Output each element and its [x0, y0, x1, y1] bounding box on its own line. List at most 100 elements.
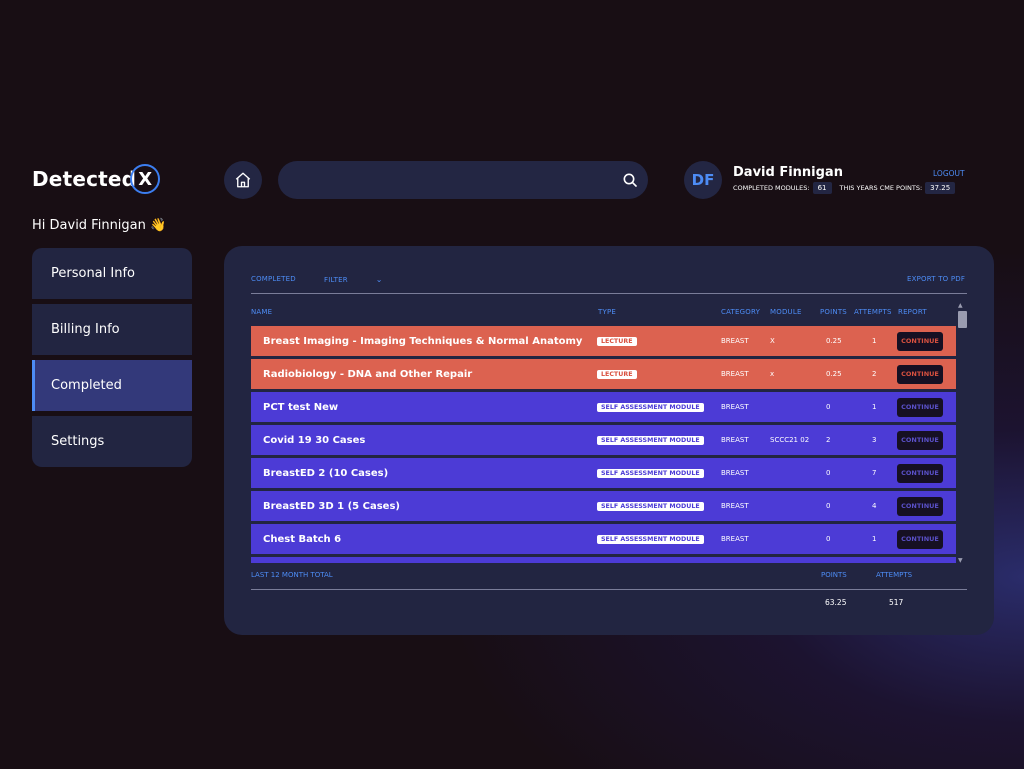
home-button[interactable] — [224, 161, 262, 199]
continue-button[interactable]: CONTINUE — [897, 463, 943, 483]
cme-points-label: THIS YEARS CME POINTS: — [839, 184, 923, 192]
sidebar: Personal Info Billing Info Completed Set… — [32, 248, 192, 472]
sidebar-item-completed[interactable]: Completed — [32, 360, 192, 411]
row-category: BREAST — [721, 535, 749, 543]
type-badge: SELF ASSESSMENT MODULE — [597, 534, 704, 544]
scrollbar[interactable]: ▲ ▼ — [957, 302, 967, 564]
filter-dropdown[interactable]: FILTER ⌄ — [324, 275, 383, 284]
home-icon — [235, 172, 251, 188]
row-module: X — [770, 337, 775, 345]
table-row-partial[interactable] — [251, 557, 956, 563]
row-points: 0 — [826, 502, 831, 510]
row-category: BREAST — [721, 469, 749, 477]
table-row[interactable]: Covid 19 30 Cases SELF ASSESSMENT MODULE… — [251, 425, 956, 455]
chevron-down-icon: ⌄ — [375, 275, 383, 284]
column-header-points: POINTS — [820, 308, 847, 316]
row-points: 0 — [826, 535, 831, 543]
type-badge: SELF ASSESSMENT MODULE — [597, 402, 704, 412]
row-attempts: 2 — [872, 370, 877, 378]
column-header-report: REPORT — [898, 308, 927, 316]
column-header-name: NAME — [251, 308, 273, 316]
column-header-type: TYPE — [598, 308, 616, 316]
row-name: PCT test New — [263, 401, 339, 413]
search-input[interactable] — [294, 161, 614, 199]
footer-total-label: LAST 12 MONTH TOTAL — [251, 571, 333, 579]
filter-label: FILTER — [324, 275, 348, 284]
footer-points-label: POINTS — [821, 571, 847, 579]
continue-button[interactable]: CONTINUE — [897, 496, 943, 516]
cme-points-value: 37.25 — [925, 182, 956, 194]
logo[interactable]: Detected X — [32, 164, 161, 194]
column-header-attempts: ATTEMPTS — [854, 308, 892, 316]
row-name: BreastED 2 (10 Cases) — [263, 467, 389, 479]
row-attempts: 1 — [872, 337, 877, 345]
column-header-module: MODULE — [770, 308, 802, 316]
table-row[interactable]: PCT test New SELF ASSESSMENT MODULE BREA… — [251, 392, 956, 422]
type-badge: SELF ASSESSMENT MODULE — [597, 501, 704, 511]
row-category: BREAST — [721, 337, 749, 345]
results-table: Breast Imaging - Imaging Techniques & No… — [251, 326, 956, 563]
divider — [251, 293, 967, 294]
table-row[interactable]: Breast Imaging - Imaging Techniques & No… — [251, 326, 956, 356]
search-icon[interactable] — [622, 172, 638, 188]
type-badge: SELF ASSESSMENT MODULE — [597, 468, 704, 478]
avatar[interactable]: DF — [684, 161, 722, 199]
row-module: x — [770, 370, 775, 378]
export-pdf-link[interactable]: EXPORT TO PDF — [907, 275, 965, 283]
row-name: BreastED 3D 1 (5 Cases) — [263, 500, 400, 512]
row-category: BREAST — [721, 403, 749, 411]
row-name: Covid 19 30 Cases — [263, 434, 366, 446]
greeting: Hi David Finnigan 👋 — [32, 218, 167, 233]
continue-button[interactable]: CONTINUE — [897, 397, 943, 417]
row-name: Chest Batch 6 — [263, 533, 342, 545]
sidebar-item-label: Personal Info — [51, 266, 135, 281]
scrollbar-thumb[interactable] — [958, 311, 967, 328]
chevron-down-icon[interactable]: ▼ — [958, 557, 963, 564]
user-stats: COMPLETED MODULES: 61 THIS YEARS CME POI… — [733, 182, 963, 194]
continue-button[interactable]: CONTINUE — [897, 430, 943, 450]
attempts-total: 517 — [889, 598, 904, 607]
row-category: BREAST — [721, 502, 749, 510]
row-attempts: 1 — [872, 535, 877, 543]
sidebar-item-label: Completed — [51, 378, 122, 393]
table-row[interactable]: BreastED 2 (10 Cases) SELF ASSESSMENT MO… — [251, 458, 956, 488]
completed-modules-label: COMPLETED MODULES: — [733, 184, 810, 192]
logout-link[interactable]: LOGOUT — [933, 169, 965, 178]
sidebar-item-label: Settings — [51, 434, 105, 449]
type-badge: LECTURE — [597, 336, 637, 346]
continue-button[interactable]: CONTINUE — [897, 331, 943, 351]
divider — [251, 589, 967, 590]
logo-x-mark: X — [130, 164, 161, 194]
row-points: 0 — [826, 469, 831, 477]
sidebar-item-personal-info[interactable]: Personal Info — [32, 248, 192, 299]
sidebar-item-settings[interactable]: Settings — [32, 416, 192, 467]
type-badge: LECTURE — [597, 369, 637, 379]
row-name: Breast Imaging - Imaging Techniques & No… — [263, 335, 583, 347]
row-attempts: 7 — [872, 469, 877, 477]
column-header-category: CATEGORY — [721, 308, 761, 316]
sidebar-item-billing-info[interactable]: Billing Info — [32, 304, 192, 355]
table-row[interactable]: Chest Batch 6 SELF ASSESSMENT MODULE BRE… — [251, 524, 956, 554]
row-points: 0.25 — [826, 337, 842, 345]
continue-button[interactable]: CONTINUE — [897, 529, 943, 549]
sidebar-item-label: Billing Info — [51, 322, 120, 337]
row-points: 2 — [826, 436, 831, 444]
row-category: BREAST — [721, 436, 749, 444]
row-attempts: 4 — [872, 502, 877, 510]
table-row[interactable]: BreastED 3D 1 (5 Cases) SELF ASSESSMENT … — [251, 491, 956, 521]
logo-text: Detected — [32, 167, 137, 191]
row-points: 0.25 — [826, 370, 842, 378]
row-attempts: 1 — [872, 403, 877, 411]
row-name: Radiobiology - DNA and Other Repair — [263, 368, 473, 380]
tab-completed[interactable]: COMPLETED — [251, 275, 296, 283]
row-category: BREAST — [721, 370, 749, 378]
continue-button[interactable]: CONTINUE — [897, 364, 943, 384]
row-attempts: 3 — [872, 436, 877, 444]
search-bar — [278, 161, 648, 199]
table-row[interactable]: Radiobiology - DNA and Other Repair LECT… — [251, 359, 956, 389]
chevron-up-icon[interactable]: ▲ — [958, 302, 963, 309]
footer-attempts-label: ATTEMPTS — [876, 571, 913, 579]
completed-panel: COMPLETED FILTER ⌄ EXPORT TO PDF NAME TY… — [224, 246, 994, 635]
user-name: David Finnigan — [733, 165, 843, 180]
points-total: 63.25 — [825, 598, 847, 607]
